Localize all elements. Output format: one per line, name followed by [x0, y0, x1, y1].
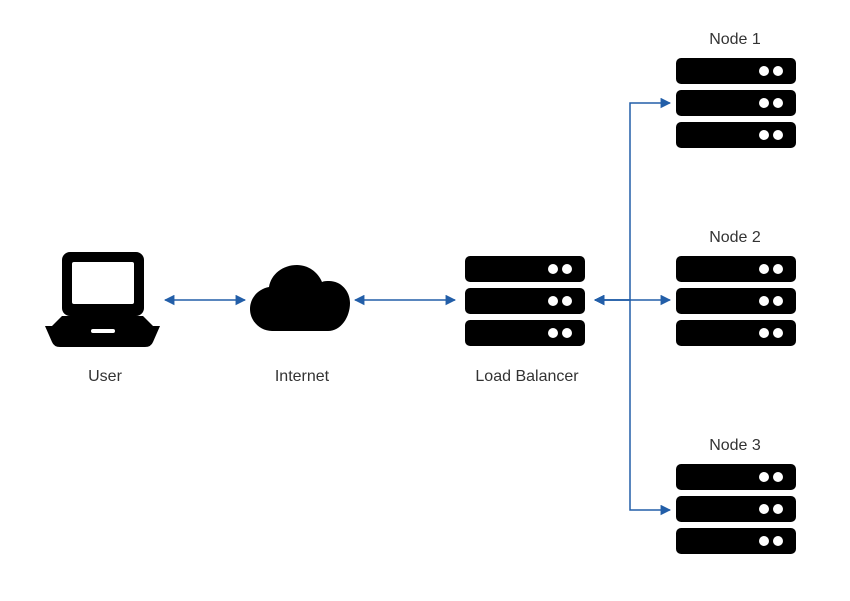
load-balancer-icon-wrap: [465, 256, 585, 346]
edge-lb-node3: [595, 300, 670, 510]
laptop-icon: [45, 252, 160, 347]
server-icon: [676, 58, 796, 148]
node2-label: Node 2: [700, 229, 770, 247]
user-label: User: [70, 368, 140, 386]
node3-icon-wrap: [676, 464, 796, 554]
node2-icon-wrap: [676, 256, 796, 346]
user-icon-wrap: [45, 252, 160, 347]
load-balancer-label: Load Balancer: [472, 368, 582, 386]
node1-icon-wrap: [676, 58, 796, 148]
architecture-diagram: User Internet: [0, 0, 850, 601]
internet-icon-wrap: [250, 265, 350, 335]
server-icon: [676, 256, 796, 346]
server-icon: [465, 256, 585, 346]
edge-lb-node1: [595, 103, 670, 300]
server-icon: [676, 464, 796, 554]
internet-label: Internet: [262, 368, 342, 386]
node3-label: Node 3: [700, 437, 770, 455]
cloud-icon: [250, 265, 350, 335]
node1-label: Node 1: [700, 31, 770, 49]
